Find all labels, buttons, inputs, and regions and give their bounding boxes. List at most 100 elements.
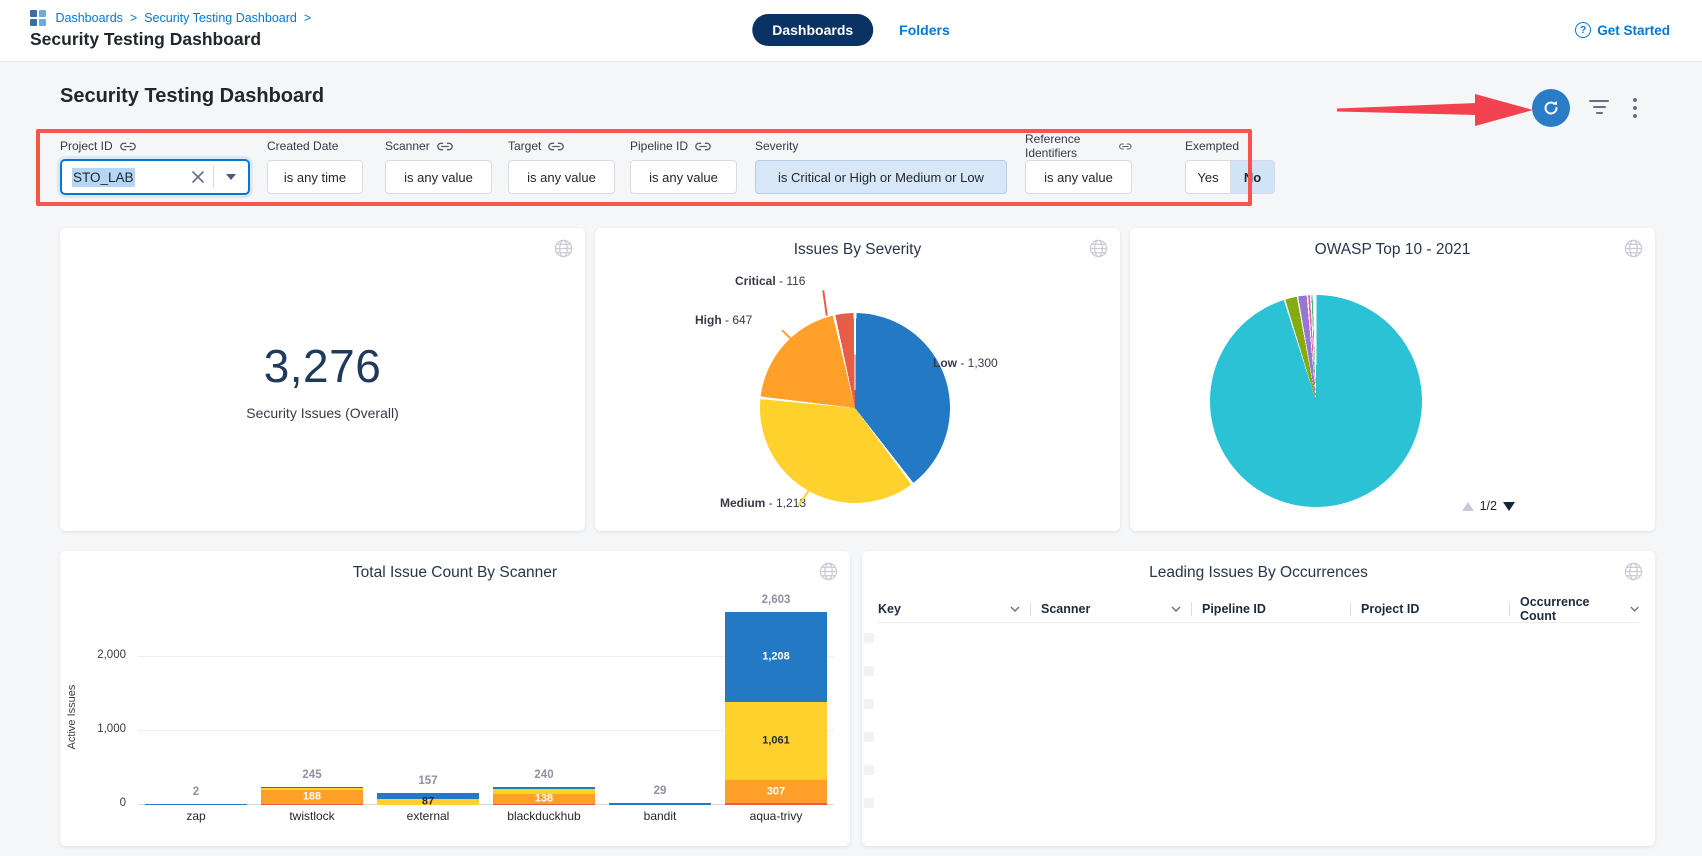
breadcrumb-current[interactable]: Security Testing Dashboard <box>144 11 297 25</box>
callout-critical: Critical - 116 <box>735 274 805 288</box>
bar-twistlock[interactable]: 245 188 <box>254 595 370 805</box>
chart-title: OWASP Top 10 - 2021 <box>1130 241 1655 259</box>
annotation-arrow <box>1337 91 1533 129</box>
get-started-link[interactable]: ? Get Started <box>1575 22 1670 38</box>
reference-identifiers-value-button[interactable]: is any value <box>1025 160 1132 194</box>
exempted-yes-button[interactable]: Yes <box>1186 161 1230 193</box>
bar-bandit[interactable]: 29 <box>602 595 718 805</box>
bar-external[interactable]: 15787 <box>370 595 486 805</box>
column-header-project-id[interactable]: Project ID <box>1361 602 1499 616</box>
segment-value-label: 1,061 <box>725 736 827 747</box>
dropdown-caret-icon[interactable] <box>214 174 248 180</box>
bar-total-label: 245 <box>254 769 370 781</box>
sort-chevron-icon <box>1010 606 1020 612</box>
severity-pie-chart[interactable] <box>760 313 950 503</box>
filter-bar: Project ID STO_LAB Created Date is any t… <box>0 138 1702 204</box>
filter-reference-identifiers: Reference Identifiers is any value <box>1025 138 1132 194</box>
column-header-scanner[interactable]: Scanner <box>1041 602 1181 616</box>
chart-title: Total Issue Count By Scanner <box>60 564 850 582</box>
bar-segment-medium[interactable]: 87 <box>377 799 479 805</box>
bar-zap[interactable]: 2 <box>138 595 254 805</box>
table-title: Leading Issues By Occurrences <box>862 564 1655 582</box>
y-tick-0: 0 <box>78 797 126 809</box>
globe-icon[interactable] <box>1089 239 1108 263</box>
bar-aqua-trivy[interactable]: 2,603 1,208 1,061 307 <box>718 595 834 805</box>
bar-segment-high[interactable]: 188 <box>261 790 363 804</box>
column-header-pipeline-id[interactable]: Pipeline ID <box>1202 602 1340 616</box>
severity-value-chip[interactable]: is Critical or High or Medium or Low <box>755 160 1007 194</box>
breadcrumb-dashboards[interactable]: Dashboards <box>56 11 123 25</box>
overall-count-value: 3,276 <box>264 339 382 393</box>
refresh-button[interactable] <box>1532 89 1570 127</box>
x-axis-label-zap: zap <box>138 809 254 823</box>
filter-severity: Severity is Critical or High or Medium o… <box>755 138 1007 194</box>
sort-chevron-icon <box>1630 606 1639 612</box>
filter-exempted: Exempted Yes No <box>1185 138 1275 194</box>
dashboard-filter-icon[interactable] <box>1588 100 1610 116</box>
globe-icon[interactable] <box>819 562 838 586</box>
bar-segment-low[interactable] <box>145 804 247 805</box>
filter-project-id: Project ID STO_LAB <box>60 138 250 194</box>
owasp-pie-chart[interactable] <box>1210 295 1422 507</box>
globe-icon[interactable] <box>1624 239 1643 263</box>
filter-scanner-label: Scanner <box>385 139 430 153</box>
filter-reference-identifiers-label: Reference Identifiers <box>1025 132 1112 160</box>
pipeline-id-value-button[interactable]: is any value <box>630 160 737 194</box>
x-axis-label-external: external <box>370 809 486 823</box>
bar-segment-critical[interactable] <box>493 804 595 805</box>
bar-segment-medium[interactable]: 1,061 <box>725 702 827 781</box>
chart-title: Issues By Severity <box>595 241 1120 259</box>
scanner-bar-chart[interactable]: 2245 188 15787240 138 292,603 1,208 1,061 307 <box>138 595 834 805</box>
callout-high: High - 647 <box>695 313 752 327</box>
target-value-button[interactable]: is any value <box>508 160 615 194</box>
callout-leader-critical <box>822 290 828 316</box>
bar-segment-high[interactable]: 138 <box>493 794 595 804</box>
tab-folders[interactable]: Folders <box>899 22 950 38</box>
y-tick-1000: 1,000 <box>78 723 126 735</box>
dashboard-title: Security Testing Dashboard <box>60 85 324 108</box>
x-axis-categories: zaptwistlockexternalblackduckhubbanditaq… <box>138 809 834 823</box>
column-header-key[interactable]: Key <box>878 602 1020 616</box>
bar-total-label: 240 <box>486 769 602 781</box>
created-date-value-button[interactable]: is any time <box>267 160 363 194</box>
bar-total-label: 2 <box>138 786 254 798</box>
segment-value-label: 87 <box>377 796 479 807</box>
segment-value-label: 1,208 <box>725 652 827 663</box>
filter-severity-label: Severity <box>755 139 798 153</box>
table-header-row: Key Scanner Pipeline ID Project ID Occur… <box>878 595 1639 623</box>
page-down-icon[interactable] <box>1503 502 1515 511</box>
breadcrumb-separator: > <box>304 11 311 25</box>
security-testing-dashboard-page: Dashboards > Security Testing Dashboard … <box>0 0 1702 856</box>
card-issues-by-severity: Issues By Severity Critical - 116 High -… <box>595 228 1120 531</box>
card-security-issues-overall: 3,276 Security Issues (Overall) <box>60 228 585 531</box>
bar-segment-low[interactable] <box>609 803 711 805</box>
filter-target: Target is any value <box>508 138 615 194</box>
filter-target-label: Target <box>508 139 541 153</box>
card-leading-issues-by-occurrences: Leading Issues By Occurrences Key Scanne… <box>862 551 1655 846</box>
bar-segment-critical[interactable] <box>725 803 827 805</box>
segment-value-label: 307 <box>725 786 827 797</box>
x-axis-label-aqua-trivy: aqua-trivy <box>718 809 834 823</box>
bar-blackduckhub[interactable]: 240 138 <box>486 595 602 805</box>
bar-segment-high[interactable]: 307 <box>725 780 827 803</box>
filter-created-date-label: Created Date <box>267 139 338 153</box>
x-axis-label-twistlock: twistlock <box>254 809 370 823</box>
refresh-icon <box>1541 98 1561 118</box>
tab-dashboards[interactable]: Dashboards <box>752 14 873 46</box>
bar-total-label: 2,603 <box>718 594 834 606</box>
page-indicator: 1/2 <box>1480 499 1497 513</box>
scanner-value-button[interactable]: is any value <box>385 160 492 194</box>
callout-medium: Medium - 1,213 <box>720 496 806 510</box>
bar-segment-critical[interactable] <box>261 804 363 805</box>
globe-icon[interactable] <box>1624 562 1643 586</box>
filter-pipeline-id: Pipeline ID is any value <box>630 138 737 194</box>
dashboard-menu-icon[interactable] <box>1633 98 1637 122</box>
clear-icon[interactable] <box>183 171 213 183</box>
link-icon <box>548 142 564 151</box>
exempted-no-button[interactable]: No <box>1230 161 1274 193</box>
project-id-input[interactable]: STO_LAB <box>60 159 250 195</box>
bar-segment-low[interactable]: 1,208 <box>725 612 827 701</box>
segment-value-label: 138 <box>493 793 595 804</box>
column-header-occurrence-count[interactable]: Occurrence Count <box>1520 595 1639 623</box>
page-up-icon[interactable] <box>1462 502 1474 511</box>
